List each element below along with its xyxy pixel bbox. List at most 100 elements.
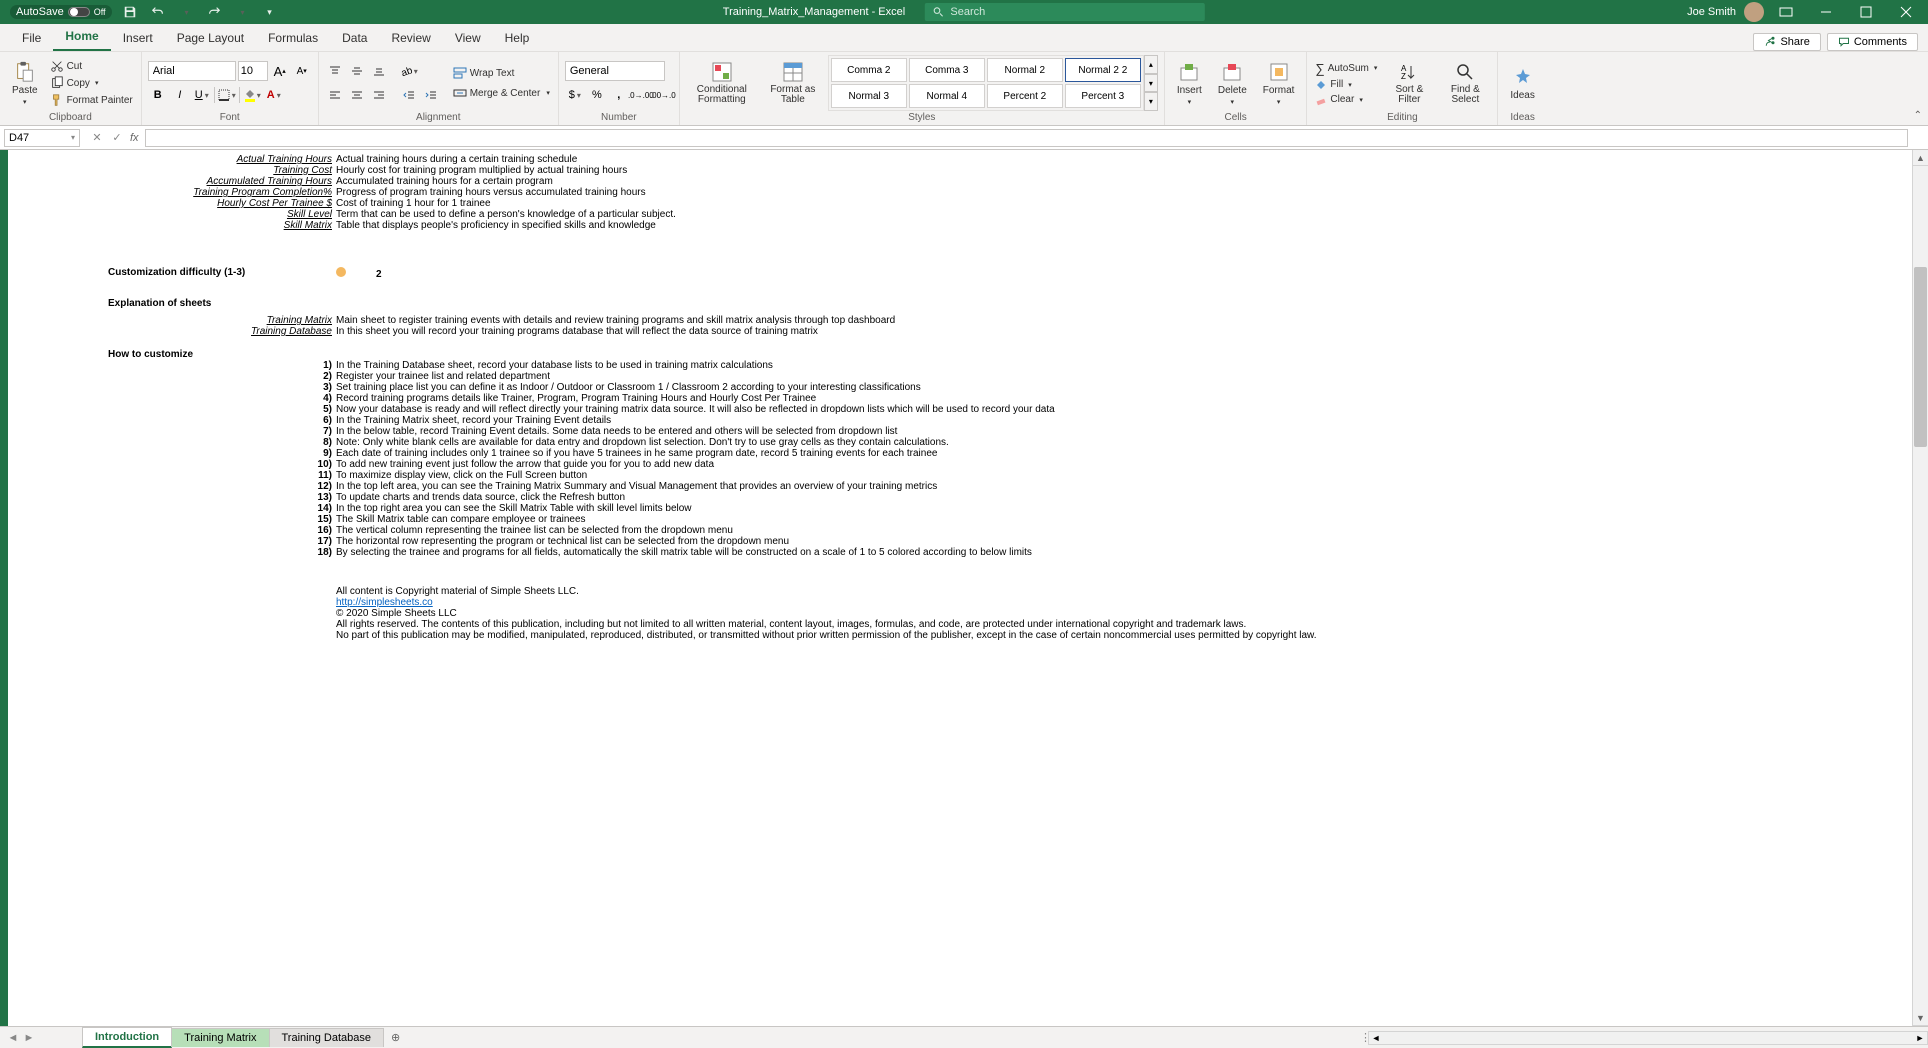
tab-data[interactable]: Data xyxy=(330,25,379,51)
comments-button[interactable]: Comments xyxy=(1827,33,1918,51)
maximize-icon[interactable] xyxy=(1848,0,1884,24)
orientation-icon[interactable]: ab xyxy=(399,61,419,81)
hscroll-left-icon[interactable]: ◄ xyxy=(1369,1031,1383,1045)
undo-icon[interactable] xyxy=(148,2,168,22)
percent-icon[interactable]: % xyxy=(587,85,607,105)
font-color-icon[interactable]: A xyxy=(264,85,284,105)
save-icon[interactable] xyxy=(120,2,140,22)
tab-file[interactable]: File xyxy=(10,25,53,51)
dec-indent-icon[interactable] xyxy=(399,85,419,105)
fx-icon[interactable]: fx xyxy=(130,132,145,144)
autosave-toggle[interactable]: AutoSave Off xyxy=(10,5,112,19)
add-sheet-button[interactable]: ⊕ xyxy=(383,1031,408,1044)
cancel-formula-icon[interactable]: ✕ xyxy=(88,129,106,147)
horizontal-scrollbar[interactable]: ◄ ► xyxy=(1368,1031,1928,1045)
inc-indent-icon[interactable] xyxy=(421,85,441,105)
align-bottom-icon[interactable] xyxy=(369,61,389,81)
tab-review[interactable]: Review xyxy=(379,25,442,51)
search-input[interactable] xyxy=(950,6,1197,18)
sheet-tab-training-matrix[interactable]: Training Matrix xyxy=(171,1028,269,1047)
align-center-icon[interactable] xyxy=(347,85,367,105)
undo-dropdown[interactable] xyxy=(176,2,196,22)
collapse-ribbon-icon[interactable]: ⌃ xyxy=(1914,110,1922,121)
clear-button[interactable]: Clear▾ xyxy=(1313,93,1379,107)
inc-decimal-icon[interactable]: .0→.00 xyxy=(631,85,651,105)
align-right-icon[interactable] xyxy=(369,85,389,105)
sheet-tab-training-database[interactable]: Training Database xyxy=(269,1028,384,1047)
tab-formulas[interactable]: Formulas xyxy=(256,25,330,51)
delete-cells-button[interactable]: Delete▾ xyxy=(1212,59,1253,108)
sheet-tab-introduction[interactable]: Introduction xyxy=(82,1027,172,1048)
tab-view[interactable]: View xyxy=(443,25,493,51)
ideas-button[interactable]: Ideas xyxy=(1504,64,1540,103)
insert-cells-button[interactable]: Insert▾ xyxy=(1171,59,1208,108)
link[interactable]: http://simplesheets.co xyxy=(336,597,433,608)
font-name-select[interactable] xyxy=(148,61,236,81)
style-normal4[interactable]: Normal 4 xyxy=(909,84,985,108)
vertical-scrollbar[interactable]: ▲ ▼ xyxy=(1912,150,1928,1026)
align-middle-icon[interactable] xyxy=(347,61,367,81)
autosave-switch[interactable] xyxy=(68,7,90,17)
style-comma2[interactable]: Comma 2 xyxy=(831,58,907,82)
user-name[interactable]: Joe Smith xyxy=(1687,6,1736,18)
name-box[interactable]: D47▾ xyxy=(4,129,80,147)
style-normal22[interactable]: Normal 2 2 xyxy=(1065,58,1141,82)
accept-formula-icon[interactable]: ✓ xyxy=(108,129,126,147)
share-button[interactable]: Share xyxy=(1753,33,1820,51)
style-percent2[interactable]: Percent 2 xyxy=(987,84,1063,108)
close-icon[interactable] xyxy=(1888,0,1924,24)
format-painter-button[interactable]: Format Painter xyxy=(48,92,135,108)
redo-dropdown[interactable] xyxy=(232,2,252,22)
worksheet[interactable]: Actual Training HoursActual training hou… xyxy=(8,150,1912,1026)
sort-filter-button[interactable]: AZSort & Filter xyxy=(1383,59,1435,107)
ribbon-display-icon[interactable] xyxy=(1768,0,1804,24)
cond-fmt-button[interactable]: Conditional Formatting xyxy=(686,59,758,107)
merge-center-button[interactable]: Merge & Center▾ xyxy=(451,85,552,101)
sheet-nav-next-icon[interactable]: ► xyxy=(22,1031,36,1045)
gallery-scroll[interactable]: ▴▾▾ xyxy=(1144,55,1158,111)
tab-home[interactable]: Home xyxy=(53,23,110,51)
dec-decimal-icon[interactable]: .00→.0 xyxy=(653,85,673,105)
style-normal2[interactable]: Normal 2 xyxy=(987,58,1063,82)
tab-insert[interactable]: Insert xyxy=(111,25,165,51)
fill-button[interactable]: Fill▾ xyxy=(1313,78,1379,92)
scroll-thumb[interactable] xyxy=(1914,267,1927,447)
fmt-table-button[interactable]: Format as Table xyxy=(762,59,824,107)
copy-button[interactable]: Copy▾ xyxy=(48,75,135,91)
tab-page-layout[interactable]: Page Layout xyxy=(165,25,256,51)
search-box[interactable] xyxy=(925,3,1205,21)
scroll-down-icon[interactable]: ▼ xyxy=(1913,1010,1928,1026)
fill-color-icon[interactable] xyxy=(242,85,262,105)
style-comma3[interactable]: Comma 3 xyxy=(909,58,985,82)
border-icon[interactable] xyxy=(217,85,237,105)
underline-icon[interactable]: U xyxy=(192,85,212,105)
cut-button[interactable]: Cut xyxy=(48,58,135,74)
paste-button[interactable]: Paste ▾ xyxy=(6,59,44,108)
currency-icon[interactable]: $ xyxy=(565,85,585,105)
autosum-button[interactable]: ∑AutoSum▾ xyxy=(1313,60,1379,77)
grow-font-icon[interactable]: A▴ xyxy=(270,61,290,81)
avatar[interactable] xyxy=(1744,2,1764,22)
hscroll-right-icon[interactable]: ► xyxy=(1913,1031,1927,1045)
style-gallery[interactable]: Comma 2 Comma 3 Normal 2 Normal 2 2 Norm… xyxy=(828,55,1144,111)
format-cells-button[interactable]: Format▾ xyxy=(1257,59,1301,108)
comma-icon[interactable]: , xyxy=(609,85,629,105)
align-top-icon[interactable] xyxy=(325,61,345,81)
find-select-button[interactable]: Find & Select xyxy=(1439,59,1491,107)
style-normal3[interactable]: Normal 3 xyxy=(831,84,907,108)
shrink-font-icon[interactable]: A▾ xyxy=(292,61,312,81)
minimize-icon[interactable] xyxy=(1808,0,1844,24)
scroll-up-icon[interactable]: ▲ xyxy=(1913,150,1928,166)
qat-customize-icon[interactable]: ▾ xyxy=(260,2,280,22)
wrap-text-button[interactable]: Wrap Text xyxy=(451,65,552,81)
sheet-nav-prev-icon[interactable]: ◄ xyxy=(6,1031,20,1045)
number-format-select[interactable] xyxy=(565,61,665,81)
bold-icon[interactable]: B xyxy=(148,85,168,105)
redo-icon[interactable] xyxy=(204,2,224,22)
align-left-icon[interactable] xyxy=(325,85,345,105)
font-size-select[interactable] xyxy=(238,61,268,81)
tab-help[interactable]: Help xyxy=(493,25,542,51)
italic-icon[interactable]: I xyxy=(170,85,190,105)
formula-input[interactable] xyxy=(145,129,1908,147)
style-percent3[interactable]: Percent 3 xyxy=(1065,84,1141,108)
